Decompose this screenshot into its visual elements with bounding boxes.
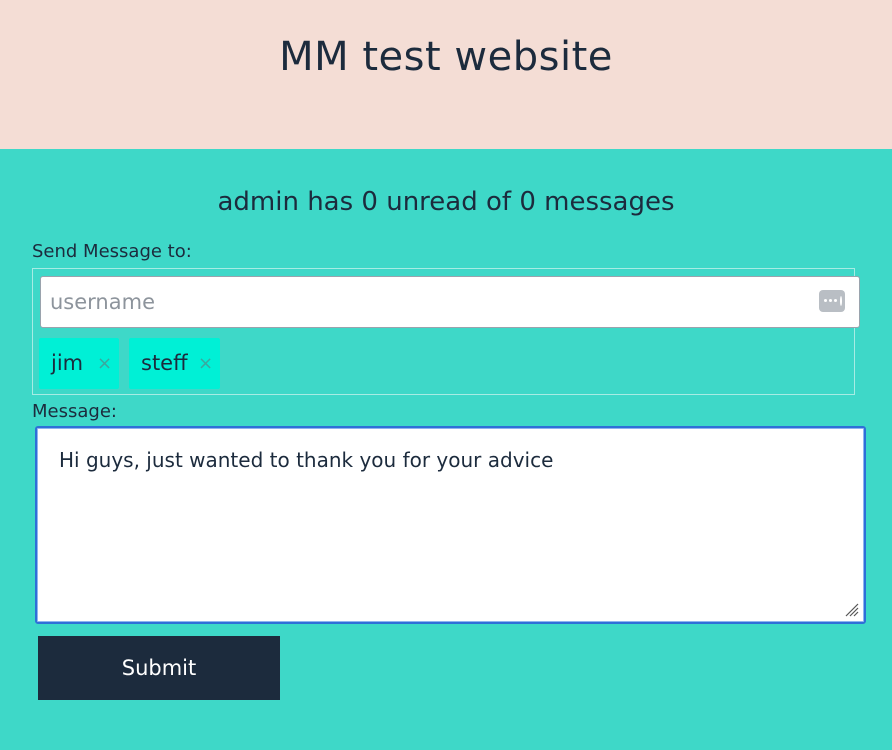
resize-grip-icon[interactable] bbox=[843, 601, 859, 617]
recipient-selector: jim × steff × bbox=[32, 268, 860, 395]
message-label: Message: bbox=[32, 401, 117, 422]
message-textarea[interactable] bbox=[35, 426, 866, 624]
site-header: MM test website bbox=[0, 0, 892, 149]
main-content: admin has 0 unread of 0 messages Send Me… bbox=[0, 149, 892, 750]
submit-button[interactable]: Submit bbox=[38, 636, 280, 700]
password-manager-icon[interactable] bbox=[819, 290, 845, 312]
close-icon[interactable]: × bbox=[198, 338, 213, 389]
recipient-chip: steff × bbox=[129, 338, 220, 389]
site-title: MM test website bbox=[279, 34, 613, 80]
recipient-name: steff bbox=[141, 351, 188, 375]
send-to-label: Send Message to: bbox=[32, 241, 192, 262]
inbox-status: admin has 0 unread of 0 messages bbox=[217, 187, 675, 217]
username-input[interactable] bbox=[40, 276, 860, 328]
recipient-chip: jim × bbox=[39, 338, 119, 389]
close-icon[interactable]: × bbox=[97, 338, 112, 389]
recipient-name: jim bbox=[51, 351, 84, 375]
